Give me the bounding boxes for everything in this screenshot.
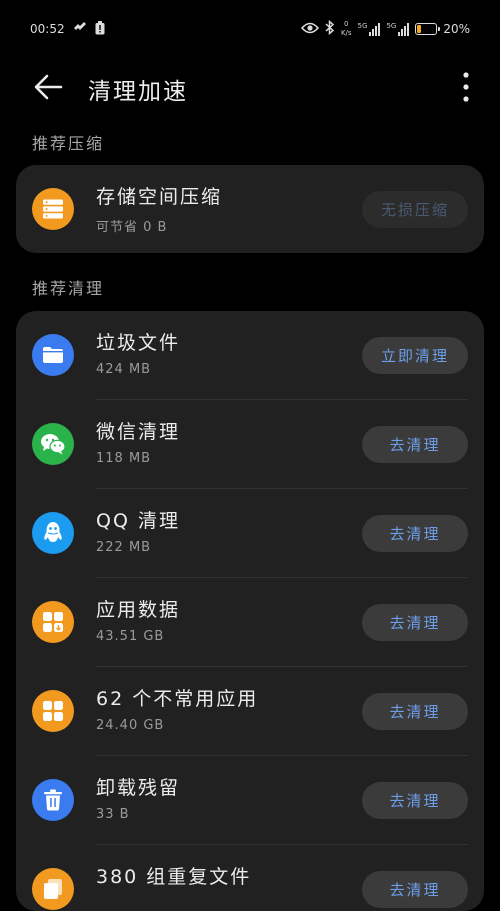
- signal-1-label: 5G: [357, 22, 368, 30]
- duplicate-files-icon: [32, 868, 74, 910]
- folder-icon: [32, 334, 74, 376]
- battery-icon: [415, 23, 441, 35]
- trash-icon: [32, 779, 74, 821]
- list-item-subtitle: 222 MB: [96, 540, 152, 555]
- app-bar: 清理加速: [0, 58, 500, 120]
- list-item-storage-compress[interactable]: 存储空间压缩 可节省 0 B 无损压缩: [16, 165, 484, 253]
- list-item-wechat-clean[interactable]: 微信清理 118 MB 去清理: [16, 400, 484, 489]
- battery-fill: [417, 25, 422, 33]
- notification-icon: [73, 21, 87, 37]
- go-clean-button[interactable]: 去清理: [362, 604, 468, 641]
- section-header-compress: 推荐压缩: [32, 134, 105, 153]
- clean-now-button[interactable]: 立即清理: [362, 337, 468, 374]
- page-title: 清理加速: [88, 79, 188, 105]
- battery-percent: 20%: [443, 22, 470, 36]
- more-options-button[interactable]: [458, 71, 474, 107]
- section-header-clean: 推荐清理: [32, 279, 105, 298]
- clean-card: 垃圾文件 424 MB 立即清理 微信清理 118 MB 去清理 QQ 清理 2…: [16, 311, 484, 911]
- signal-1: 5G: [358, 22, 381, 36]
- go-clean-button[interactable]: 去清理: [362, 515, 468, 552]
- status-left: 00:52: [30, 20, 105, 38]
- compress-card: 存储空间压缩 可节省 0 B 无损压缩: [16, 165, 484, 253]
- app-data-icon: [32, 601, 74, 643]
- go-clean-button[interactable]: 去清理: [362, 426, 468, 463]
- list-item-title: 存储空间压缩: [96, 186, 223, 208]
- go-clean-button[interactable]: 去清理: [362, 782, 468, 819]
- wechat-icon: [32, 423, 74, 465]
- status-bar: 00:52 0 K/s 5G 5G 20%: [0, 0, 500, 58]
- go-clean-button[interactable]: 去清理: [362, 693, 468, 730]
- more-vertical-icon: [463, 72, 469, 106]
- list-item-title: 垃圾文件: [96, 332, 181, 354]
- status-time: 00:52: [30, 22, 65, 36]
- lossless-compress-button[interactable]: 无损压缩: [362, 191, 468, 228]
- list-item-subtitle: 33 B: [96, 807, 130, 822]
- list-item-uninstall-residue[interactable]: 卸载残留 33 B 去清理: [16, 756, 484, 845]
- list-item-subtitle: 424 MB: [96, 362, 152, 377]
- list-item-subtitle: 24.40 GB: [96, 718, 165, 733]
- list-item-subtitle: 43.51 GB: [96, 629, 165, 644]
- list-item-title: 微信清理: [96, 421, 181, 443]
- list-item-title: 380 组重复文件: [96, 866, 252, 888]
- storage-icon: [32, 188, 74, 230]
- network-speed-value: 0: [344, 20, 349, 28]
- list-item-unused-apps[interactable]: 62 个不常用应用 24.40 GB 去清理: [16, 667, 484, 756]
- list-item-title: QQ 清理: [96, 510, 180, 532]
- list-item-duplicate-files[interactable]: 380 组重复文件 去清理: [16, 845, 484, 911]
- list-item-subtitle: 可节省 0 B: [96, 220, 168, 235]
- network-speed: 0 K/s: [341, 20, 352, 38]
- arrow-left-icon: [33, 74, 63, 104]
- list-item-junk-files[interactable]: 垃圾文件 424 MB 立即清理: [16, 311, 484, 400]
- list-item-title: 应用数据: [96, 599, 181, 621]
- network-speed-unit: K/s: [340, 29, 352, 37]
- list-item-app-data[interactable]: 应用数据 43.51 GB 去清理: [16, 578, 484, 667]
- eye-icon: [300, 22, 320, 37]
- list-item-title: 62 个不常用应用: [96, 688, 259, 710]
- signal-2-label: 5G: [386, 22, 397, 30]
- list-item-subtitle: 118 MB: [96, 451, 152, 466]
- status-right: 0 K/s 5G 5G 20%: [300, 19, 470, 38]
- go-clean-button[interactable]: 去清理: [362, 871, 468, 908]
- list-item-qq-clean[interactable]: QQ 清理 222 MB 去清理: [16, 489, 484, 578]
- back-button[interactable]: [28, 71, 68, 107]
- qq-icon: [32, 512, 74, 554]
- bluetooth-icon: [325, 19, 335, 38]
- alert-icon: [95, 20, 105, 38]
- list-item-title: 卸载残留: [96, 777, 181, 799]
- apps-grid-icon: [32, 690, 74, 732]
- signal-2: 5G: [386, 22, 410, 36]
